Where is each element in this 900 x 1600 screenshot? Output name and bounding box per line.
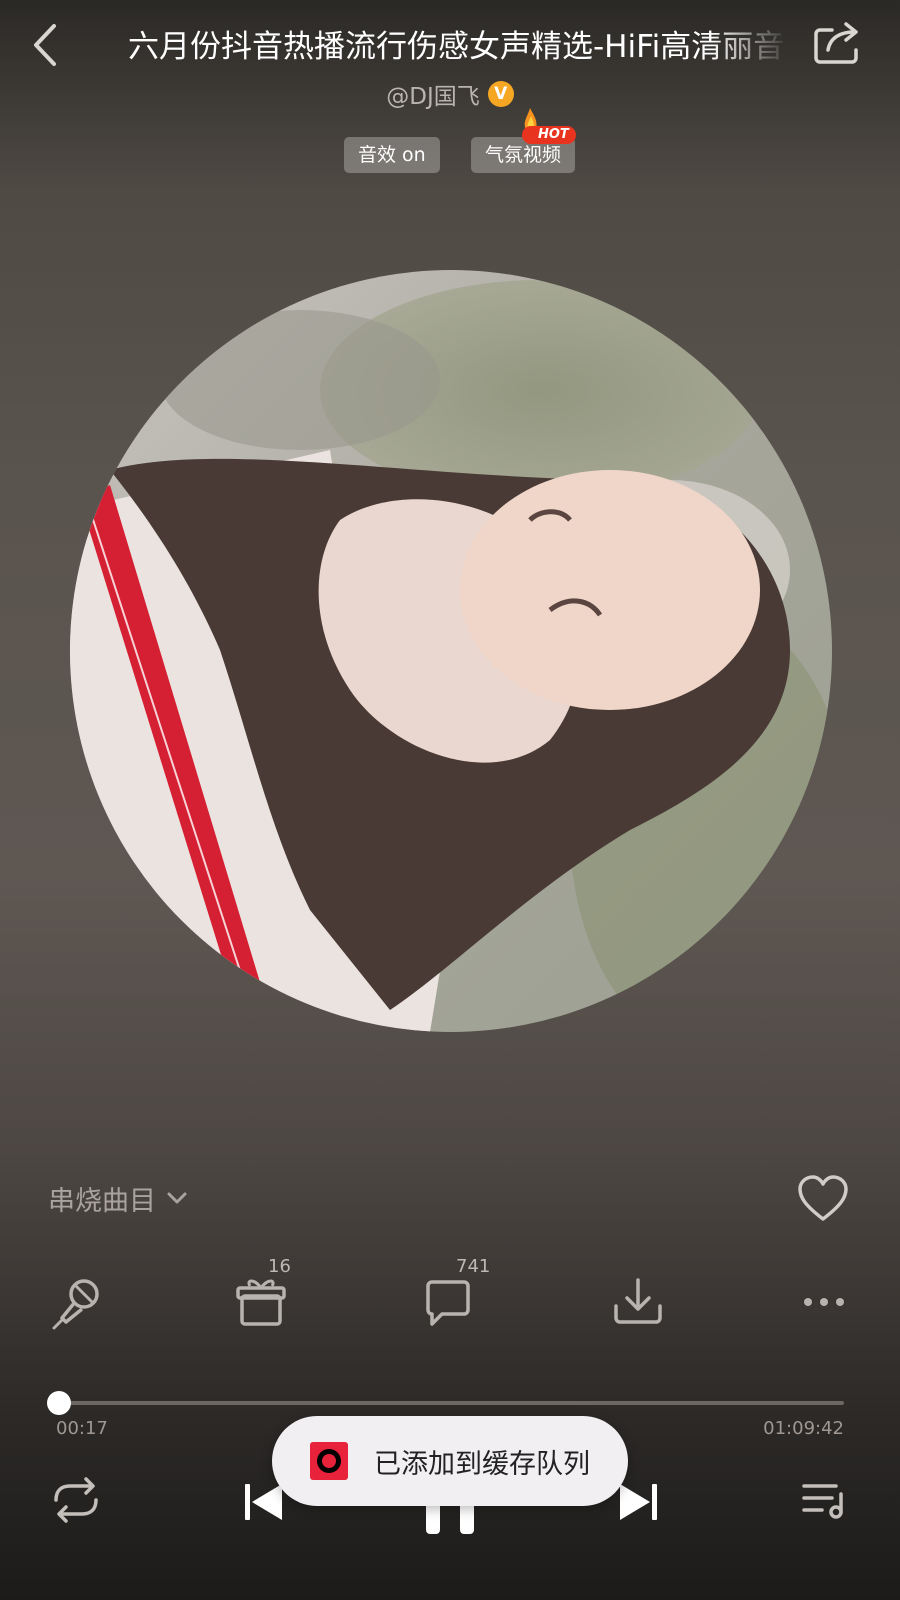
artist-row[interactable]: @DJ国飞 V <box>0 76 900 112</box>
current-time: 00:17 <box>56 1418 108 1439</box>
repeat-mode-button[interactable] <box>46 1470 106 1530</box>
hot-badge: HOT <box>516 108 578 146</box>
karaoke-button[interactable] <box>48 1272 108 1332</box>
comment-button[interactable]: 741 <box>420 1256 490 1332</box>
artist-name[interactable]: @DJ国飞 <box>386 77 480 111</box>
repeat-icon <box>54 1477 98 1523</box>
progress-bar[interactable] <box>56 1401 844 1405</box>
song-title: 六月份抖音热播流行伤感女声精选-HiFi高清丽音 <box>128 29 785 65</box>
medley-label: 串烧曲目 <box>48 1185 156 1217</box>
share-icon <box>814 22 858 64</box>
more-button[interactable] <box>796 1272 856 1332</box>
more-dots-icon <box>804 1298 844 1306</box>
total-time: 01:09:42 <box>763 1418 844 1439</box>
album-cover <box>70 270 832 1032</box>
share-button[interactable] <box>812 20 864 70</box>
playlist-icon <box>802 1484 843 1519</box>
comment-count: 741 <box>456 1256 491 1277</box>
toast-message: 已添加到缓存队列 <box>374 1448 590 1480</box>
download-icon <box>614 1278 662 1324</box>
toast-notification: 已添加到缓存队列 <box>272 1416 628 1506</box>
cover-image <box>70 270 832 1032</box>
microphone-icon <box>52 1279 99 1330</box>
progress-thumb[interactable] <box>47 1391 72 1415</box>
heart-icon <box>798 1175 848 1221</box>
app-logo-icon <box>310 1442 348 1480</box>
gift-icon <box>236 1279 286 1326</box>
comment-icon <box>426 1280 470 1326</box>
verified-v-icon: V <box>487 81 514 107</box>
playlist-button[interactable] <box>796 1470 856 1530</box>
sound-effect-chip[interactable]: 音效 on <box>344 137 440 173</box>
download-button[interactable] <box>608 1272 668 1332</box>
back-button[interactable] <box>22 20 72 70</box>
gift-count: 16 <box>268 1256 291 1277</box>
chevron-left-icon <box>34 24 56 66</box>
medley-selector[interactable]: 串烧曲目 <box>48 1178 188 1218</box>
like-button[interactable] <box>796 1174 850 1224</box>
chevron-down-icon <box>167 1192 187 1204</box>
hot-label: HOT <box>538 127 569 142</box>
gift-button[interactable]: 16 <box>232 1256 292 1332</box>
